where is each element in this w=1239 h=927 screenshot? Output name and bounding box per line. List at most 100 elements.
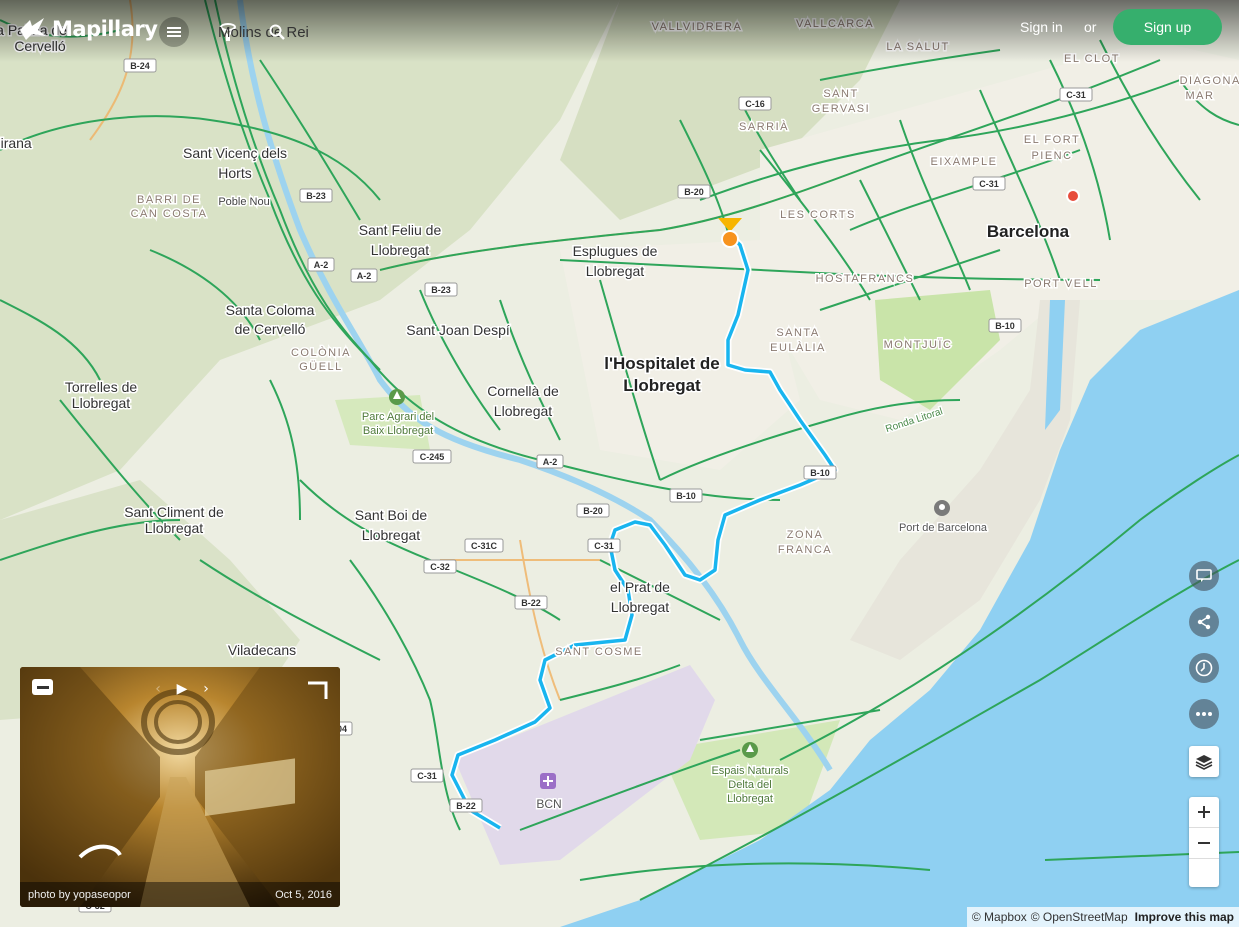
history-button[interactable]: [1189, 653, 1219, 683]
previous-photo-icon[interactable]: ‹: [152, 681, 164, 697]
road-shield-b10-e: B-10: [988, 318, 1022, 333]
place-label-barri-1: BARRI DE: [137, 194, 201, 206]
search-button[interactable]: [262, 17, 292, 47]
place-label-sant-boi-1: Sant Boi de: [355, 507, 428, 523]
svg-text:B-10: B-10: [810, 468, 830, 478]
place-label-parc-agrari-1: Parc Agrari del: [362, 411, 434, 423]
place-label-montjuic: MONTJUÏC: [884, 339, 953, 351]
place-label-bcn: BCN: [536, 797, 561, 811]
place-label-el-fort-pienc-1: EL FORT: [1024, 134, 1080, 146]
share-button[interactable]: [1189, 607, 1219, 637]
place-label-zona-franca-1: ZONA: [787, 529, 824, 541]
place-label-barcelona: Barcelona: [987, 222, 1070, 241]
park-icon: [389, 389, 405, 405]
port-pin-icon: [934, 500, 950, 516]
improve-map-link[interactable]: Improve this map: [1135, 910, 1234, 924]
place-label-sant-cosme: SANT COSME: [555, 646, 643, 658]
comment-button[interactable]: [1189, 561, 1219, 591]
place-label-espais-2: Delta del: [728, 779, 771, 791]
road-shield-c31-e: C-31: [972, 176, 1006, 191]
place-label-espais-1: Espais Naturals: [711, 765, 789, 777]
osm-attribution[interactable]: © OpenStreetMap: [1031, 910, 1128, 924]
svg-text:C-32: C-32: [430, 562, 450, 572]
svg-text:B-22: B-22: [521, 598, 541, 608]
road-shield-b10-s: B-10: [803, 465, 837, 480]
place-label-vallirana: Vallirana: [0, 135, 32, 151]
plus-icon: [1198, 806, 1210, 818]
comment-icon: [1196, 569, 1212, 582]
road-shield-b10-m: B-10: [669, 488, 703, 503]
road-shield-c31-s: C-31: [587, 538, 621, 553]
place-label-santa-eulalia-1: SANTA: [776, 327, 819, 339]
svg-text:A-2: A-2: [314, 260, 329, 270]
place-label-poble-nou: Poble Nou: [218, 196, 269, 208]
mapbox-attribution[interactable]: © Mapbox: [972, 910, 1027, 924]
minimize-viewer-button[interactable]: [32, 679, 53, 695]
photo-author[interactable]: photo by yopaseopor: [28, 889, 131, 901]
place-label-hospitalet-1: l'Hospitalet de: [604, 354, 720, 373]
more-button[interactable]: [1189, 699, 1219, 729]
mapillary-logo-icon: [20, 18, 46, 40]
place-label-barri-2: CAN COSTA: [131, 208, 208, 220]
place-label-zona-franca-2: FRANCA: [778, 544, 832, 556]
or-text: or: [1084, 19, 1097, 35]
layers-button[interactable]: [1189, 746, 1219, 777]
place-label-viladecans: Viladecans: [228, 642, 296, 658]
place-label-colonia-1: COLÒNIA: [291, 346, 351, 359]
road-shield-c31-ne: C-31: [1059, 87, 1093, 102]
play-icon[interactable]: ▶: [176, 681, 188, 697]
red-marker[interactable]: [1066, 189, 1080, 203]
place-label-cornella-1: Cornellà de: [487, 383, 559, 399]
road-shield-c16: C-16: [738, 96, 772, 111]
road-shield-a2-c: A-2: [536, 454, 564, 469]
svg-text:B-20: B-20: [684, 187, 704, 197]
expand-icon[interactable]: [306, 681, 328, 701]
svg-text:C-31C: C-31C: [471, 541, 498, 551]
place-label-sant-gervasi-2: GERVASI: [812, 103, 870, 115]
svg-text:B-23: B-23: [306, 191, 326, 201]
place-label-mar: MAR: [1186, 90, 1215, 102]
photo-date: Oct 5, 2016: [275, 889, 332, 901]
svg-text:C-245: C-245: [420, 452, 445, 462]
place-label-sant-vicenc-2: Horts: [218, 165, 251, 181]
place-label-santa-coloma-2: de Cervelló: [235, 321, 306, 337]
svg-text:B-10: B-10: [995, 321, 1015, 331]
place-label-sarria: SARRIÀ: [739, 120, 789, 133]
svg-text:B-10: B-10: [676, 491, 696, 501]
street-photo[interactable]: [20, 667, 340, 907]
menu-button[interactable]: [159, 17, 189, 47]
road-shield-b20-n: B-20: [677, 184, 711, 199]
zoom-in-button[interactable]: [1189, 797, 1219, 828]
place-label-esplugues-2: Llobregat: [586, 263, 644, 279]
place-label-el-fort-pienc-2: PIENC: [1031, 150, 1072, 162]
place-label-port-barcelona: Port de Barcelona: [899, 522, 988, 534]
sign-up-button[interactable]: Sign up: [1113, 9, 1222, 45]
place-label-eixample: EIXAMPLE: [930, 156, 997, 168]
place-label-port-vell: PORT VELL: [1024, 278, 1098, 290]
place-label-sant-joan: Sant Joan Despí: [406, 322, 510, 338]
sign-in-link[interactable]: Sign in: [1020, 19, 1063, 35]
park-icon: [742, 742, 758, 758]
mapillary-logo[interactable]: Mapillary: [18, 16, 158, 42]
zoom-control: [1189, 797, 1219, 887]
photo-viewer[interactable]: ‹ ▶ › photo by yopaseopor Oct 5, 2016: [20, 667, 340, 907]
place-label-torrelles-1: Torrelles de: [65, 379, 138, 395]
current-position-marker[interactable]: [721, 230, 739, 248]
svg-text:B-23: B-23: [431, 285, 451, 295]
zoom-out-button[interactable]: [1189, 828, 1219, 859]
road-shield-c31-sw: C-31: [410, 768, 444, 783]
brand-name: Mapillary: [52, 17, 158, 41]
place-label-sant-climent-1: Sant Climent de: [124, 504, 224, 520]
place-label-el-prat-1: el Prat de: [610, 579, 670, 595]
place-label-santa-eulalia-2: EULÀLIA: [770, 341, 826, 354]
airport-icon: [540, 773, 556, 789]
menu-icon: [167, 27, 181, 37]
road-shield-c245: C-245: [412, 449, 452, 464]
place-label-cornella-2: Llobregat: [494, 403, 552, 419]
compass-button[interactable]: [1189, 859, 1219, 889]
next-photo-icon[interactable]: ›: [200, 681, 212, 697]
place-label-sant-vicenc-1: Sant Vicenç dels: [183, 145, 287, 161]
svg-text:C-31: C-31: [594, 541, 614, 551]
place-label-el-prat-2: Llobregat: [611, 599, 669, 615]
svg-text:C-16: C-16: [745, 99, 765, 109]
